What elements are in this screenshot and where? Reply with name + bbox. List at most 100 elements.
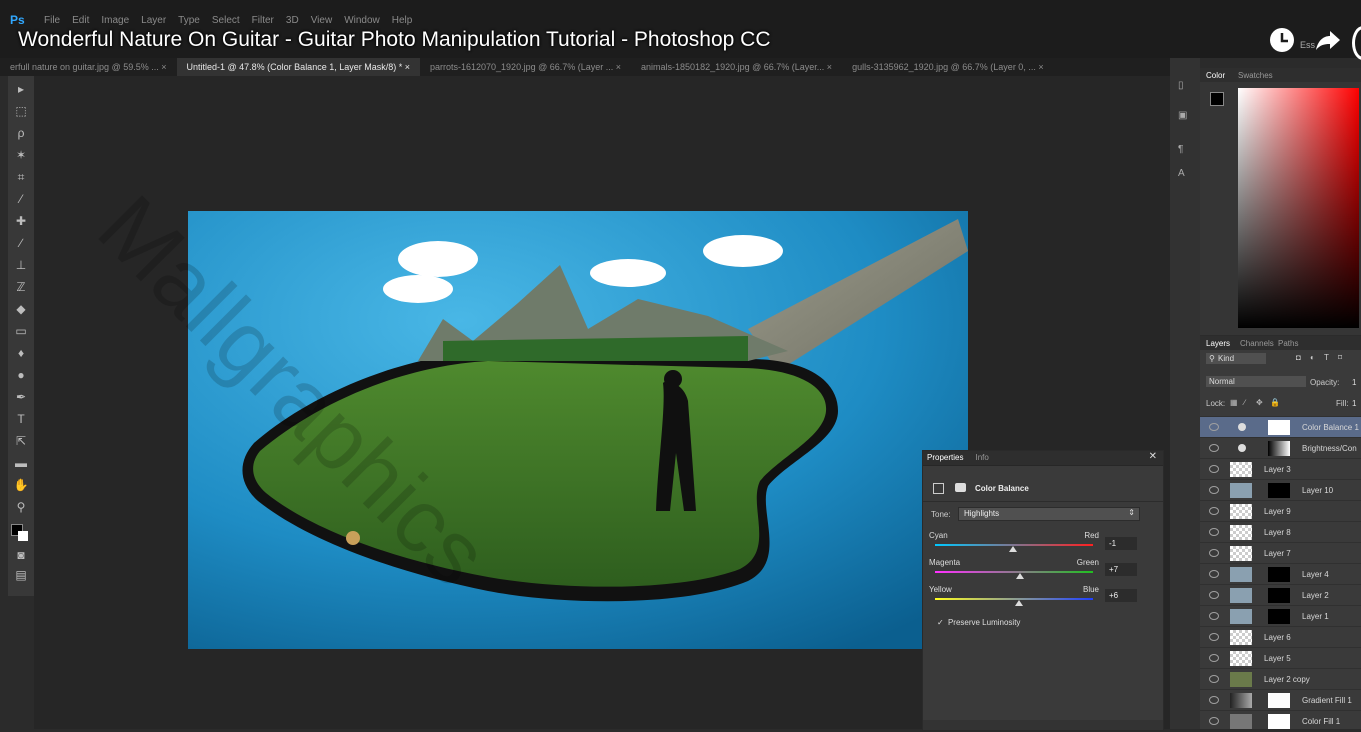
layer-mask-thumbnail[interactable]: [1268, 567, 1290, 582]
history-brush-tool-icon[interactable]: ℤ: [11, 278, 31, 296]
properties-dock-icon[interactable]: ▣: [1178, 110, 1187, 121]
layer-thumbnail[interactable]: [1230, 630, 1252, 645]
layer-row[interactable]: Layer 7: [1200, 542, 1361, 564]
tab-channels[interactable]: Channels: [1240, 339, 1274, 348]
layer-row[interactable]: Layer 4: [1200, 563, 1361, 585]
yellow-blue-slider[interactable]: Yellow Blue: [929, 585, 1099, 613]
cyan-red-slider[interactable]: Cyan Red: [929, 531, 1099, 559]
stamp-tool-icon[interactable]: ⊥: [11, 256, 31, 274]
visibility-eye-icon[interactable]: [1209, 528, 1219, 536]
slider-handle[interactable]: [1015, 573, 1024, 579]
menu-item[interactable]: Layer: [141, 15, 166, 26]
layer-row[interactable]: Layer 2: [1200, 584, 1361, 606]
lock-transparent-icon[interactable]: ▦: [1230, 398, 1238, 407]
path-selection-tool-icon[interactable]: ⇱: [11, 432, 31, 450]
visibility-eye-icon[interactable]: [1209, 444, 1219, 452]
blend-mode-select[interactable]: Normal: [1206, 376, 1306, 387]
layer-mask-thumbnail[interactable]: [1268, 609, 1290, 624]
filter-type-icon[interactable]: T: [1324, 353, 1329, 362]
lock-all-icon[interactable]: 🔒: [1270, 398, 1280, 407]
tab-paths[interactable]: Paths: [1278, 339, 1298, 348]
slider-track[interactable]: [935, 571, 1093, 573]
tab-properties[interactable]: Properties: [927, 453, 963, 462]
menu-item[interactable]: Select: [212, 15, 240, 26]
history-icon[interactable]: ▯: [1178, 80, 1184, 91]
visibility-eye-icon[interactable]: [1209, 654, 1219, 662]
document-tab[interactable]: animals-1850182_1920.jpg @ 66.7% (Layer.…: [631, 62, 842, 72]
visibility-eye-icon[interactable]: [1209, 549, 1219, 557]
tab-color[interactable]: Color: [1206, 71, 1225, 80]
layer-thumbnail[interactable]: [1230, 504, 1252, 519]
layer-thumbnail[interactable]: [1230, 672, 1252, 687]
close-panel-icon[interactable]: ✕: [1149, 451, 1157, 462]
layer-row[interactable]: Layer 10: [1200, 479, 1361, 501]
layer-thumbnail[interactable]: [1230, 567, 1252, 582]
lasso-tool-icon[interactable]: ρ: [11, 124, 31, 142]
visibility-eye-icon[interactable]: [1209, 633, 1219, 641]
layer-row[interactable]: Layer 1: [1200, 605, 1361, 627]
magic-wand-tool-icon[interactable]: ✶: [11, 146, 31, 164]
visibility-eye-icon[interactable]: [1209, 423, 1219, 431]
layer-mask-thumbnail[interactable]: [1268, 714, 1290, 729]
layer-row[interactable]: Brightness/Con: [1200, 437, 1361, 459]
tab-layers[interactable]: Layers: [1206, 339, 1230, 348]
menu-item[interactable]: Edit: [72, 15, 89, 26]
layer-thumbnail[interactable]: [1230, 609, 1252, 624]
close-tab-icon[interactable]: ×: [1036, 62, 1043, 72]
eyedropper-tool-icon[interactable]: ⁄: [11, 190, 31, 208]
menu-item[interactable]: Window: [344, 15, 380, 26]
visibility-eye-icon[interactable]: [1209, 465, 1219, 473]
eraser-tool-icon[interactable]: ◆: [11, 300, 31, 318]
watch-later-icon[interactable]: [1268, 26, 1298, 56]
foreground-color-swatch[interactable]: [1210, 92, 1224, 106]
document-tab[interactable]: gulls-3135962_1920.jpg @ 66.7% (Layer 0,…: [842, 62, 1054, 72]
brush-tool-icon[interactable]: ∕: [11, 234, 31, 252]
visibility-eye-icon[interactable]: [1209, 675, 1219, 683]
layer-thumbnail[interactable]: [1230, 546, 1252, 561]
menu-item[interactable]: Help: [392, 15, 413, 26]
filter-pixel-icon[interactable]: ◘: [1296, 353, 1301, 362]
layer-mask-thumbnail[interactable]: [1268, 441, 1290, 456]
layer-thumbnail[interactable]: [1230, 588, 1252, 603]
document-tab[interactable]: Untitled-1 @ 47.8% (Color Balance 1, Lay…: [176, 58, 420, 76]
close-tab-icon[interactable]: ×: [824, 62, 832, 72]
layer-thumbnail[interactable]: [1230, 462, 1252, 477]
shape-tool-icon[interactable]: ▬: [11, 454, 31, 472]
type-tool-icon[interactable]: T: [11, 410, 31, 428]
menu-item[interactable]: View: [311, 15, 333, 26]
layer-thumbnail[interactable]: [1230, 483, 1252, 498]
visibility-eye-icon[interactable]: [1209, 591, 1219, 599]
blur-tool-icon[interactable]: ♦: [11, 344, 31, 362]
layer-row[interactable]: Layer 3: [1200, 458, 1361, 480]
character-icon[interactable]: A: [1178, 168, 1185, 179]
visibility-eye-icon[interactable]: [1209, 570, 1219, 578]
slider-handle[interactable]: [1014, 600, 1023, 606]
paragraph-icon[interactable]: ¶: [1178, 144, 1183, 155]
menu-item[interactable]: File: [44, 15, 60, 26]
yellow-blue-value[interactable]: +6: [1105, 589, 1137, 602]
workspace-label[interactable]: Ess: [1300, 40, 1315, 50]
color-picker-field[interactable]: [1238, 88, 1359, 328]
share-icon[interactable]: [1312, 26, 1342, 56]
pen-tool-icon[interactable]: ✒: [11, 388, 31, 406]
preserve-luminosity-checkbox[interactable]: ✓ Preserve Luminosity: [937, 618, 1020, 627]
healing-tool-icon[interactable]: ✚: [11, 212, 31, 230]
screen-mode-icon[interactable]: ▤: [11, 566, 31, 584]
hand-tool-icon[interactable]: ✋: [11, 476, 31, 494]
crop-tool-icon[interactable]: ⌗: [11, 168, 31, 186]
quick-mask-icon[interactable]: ◙: [11, 546, 31, 564]
visibility-eye-icon[interactable]: [1209, 717, 1219, 725]
filter-adjustment-icon[interactable]: ◐: [1310, 353, 1315, 362]
menu-item[interactable]: Image: [101, 15, 129, 26]
layer-mask-thumbnail[interactable]: [1268, 588, 1290, 603]
layer-mask-thumbnail[interactable]: [1268, 420, 1290, 435]
visibility-eye-icon[interactable]: [1209, 507, 1219, 515]
fill-value[interactable]: 1: [1352, 399, 1356, 408]
dodge-tool-icon[interactable]: ●: [11, 366, 31, 384]
layer-row[interactable]: Layer 2 copy: [1200, 668, 1361, 690]
zoom-tool-icon[interactable]: ⚲: [11, 498, 31, 516]
gradient-tool-icon[interactable]: ▭: [11, 322, 31, 340]
magenta-green-value[interactable]: +7: [1105, 563, 1137, 576]
visibility-eye-icon[interactable]: [1209, 612, 1219, 620]
layer-row[interactable]: Gradient Fill 1: [1200, 689, 1361, 711]
